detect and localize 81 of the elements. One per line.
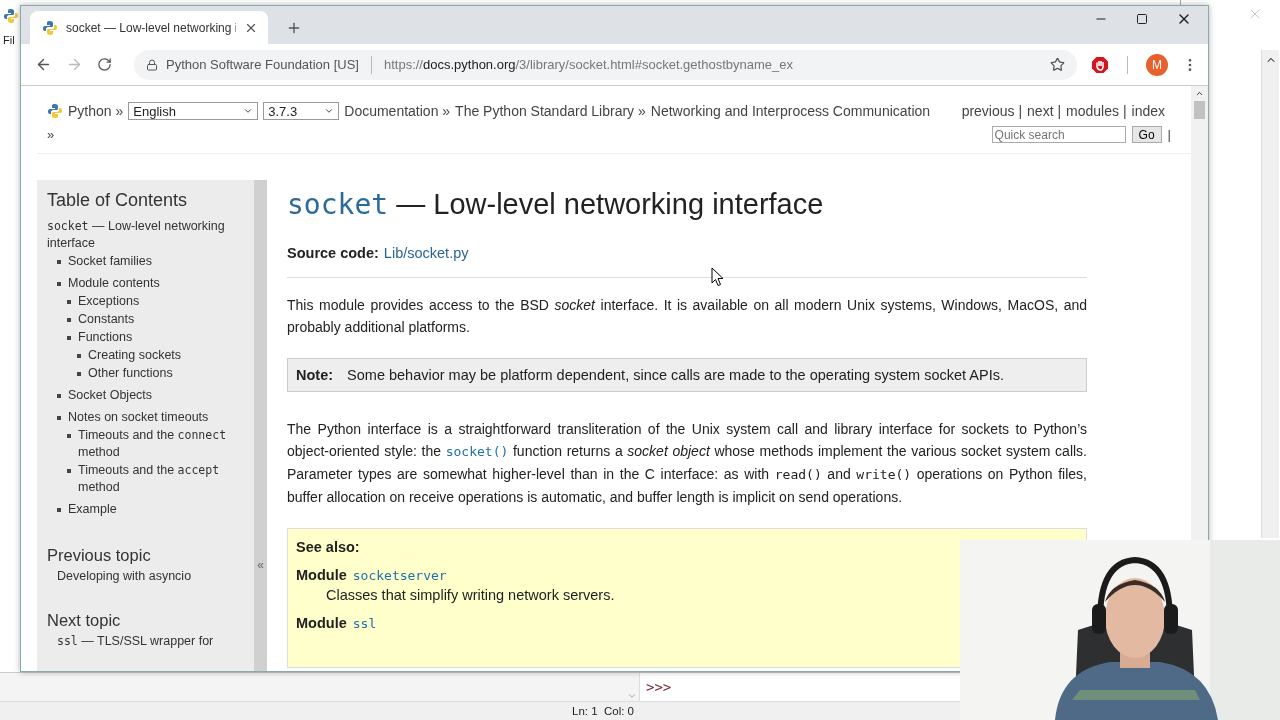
source-link[interactable]: Lib/socket.py — [383, 245, 469, 261]
collapse-button[interactable]: « — [257, 558, 264, 572]
breadcrumb-link[interactable]: Documentation » — [344, 103, 451, 119]
lock-icon — [146, 58, 158, 71]
paragraph: This module provides access to the BSD socket interface. It is available on all modern Unix systems, Windows, MacOS, and probably additional platforms. — [287, 296, 1087, 337]
code-link[interactable]: socket() — [445, 444, 509, 459]
bullet-icon — [57, 260, 61, 264]
source-code-label: Source code: — [287, 245, 379, 261]
sidebar-title: Table of Contents — [47, 190, 189, 211]
sidebar-heading: Previous topic — [47, 546, 152, 565]
stop-hand-icon[interactable] — [1091, 55, 1109, 74]
bullet-icon — [57, 416, 61, 420]
toc-link[interactable]: Other functions — [88, 365, 173, 382]
note-label: Note: — [296, 367, 334, 383]
new-tab-icon[interactable] — [286, 20, 302, 36]
note-text: Some behavior may be platform dependent, since calls are made to the operating system socket APIs. — [347, 367, 1004, 383]
language-select[interactable]: English — [128, 102, 259, 120]
separator-text: | — [1167, 127, 1171, 142]
toc-link[interactable]: Socket families — [68, 253, 153, 270]
file-menu[interactable]: Fil — [3, 34, 15, 46]
toc-link[interactable]: Socket Objects — [68, 387, 153, 404]
nav-link[interactable]: modules | — [1066, 103, 1127, 119]
cursor-position: Ln: 1 Col: 0 — [571, 704, 635, 719]
nav-link[interactable]: index — [1131, 103, 1165, 119]
scrollbar-thumb[interactable] — [1194, 101, 1205, 119]
tab-title: socket — Low-level networking i — [66, 20, 236, 35]
breadcrumb-link[interactable]: The Python Standard Library » — [455, 103, 646, 119]
module-link[interactable]: socketserver — [352, 568, 447, 583]
module-label: Module — [296, 567, 347, 583]
reload-icon[interactable] — [97, 57, 112, 72]
module-link[interactable]: ssl — [352, 616, 377, 631]
previous-topic-link[interactable]: Developing with asyncio — [47, 569, 232, 583]
toc-link[interactable]: Notes on socket timeouts — [68, 409, 209, 426]
python-logo-icon — [42, 19, 58, 36]
mouse-pointer-icon — [711, 267, 724, 287]
bullet-icon — [67, 300, 71, 304]
toc-link[interactable]: Timeouts and the accept method — [78, 462, 232, 496]
breadcrumb-link[interactable]: Networking and Interprocess Communication — [650, 103, 931, 119]
bullet-icon — [77, 372, 81, 376]
address-bar[interactable]: Python Software Foundation [US] https://docs.python.org/3/library/socket.html#socket.gethostbyname_ex — [134, 49, 1077, 80]
next-topic-link[interactable]: ssl — TLS/SSL wrapper for — [47, 634, 232, 648]
bullet-icon — [67, 434, 71, 438]
breadcrumb-separator: » — [47, 127, 55, 142]
toc-link[interactable]: Module contents — [68, 275, 160, 292]
shell-prompt: >>> — [645, 678, 672, 697]
bullet-icon — [57, 508, 61, 512]
version-select[interactable]: 3.7.3 — [263, 102, 340, 120]
browser-tab[interactable]: socket — Low-level networking i — [30, 11, 268, 44]
bullet-icon — [67, 336, 71, 340]
toc-link[interactable]: Timeouts and the connect method — [78, 427, 232, 461]
page-title: socket — Low-level networking interface — [287, 188, 825, 221]
toc-link[interactable]: Example — [68, 501, 117, 518]
url-text: https://docs.python.org/3/library/socket.html#socket.gethostbyname_ex — [383, 57, 794, 72]
module-description: Classes that simplify writing network servers. — [325, 587, 616, 603]
toc-link[interactable]: Constants — [78, 311, 135, 328]
caret-icon — [243, 106, 254, 116]
nav-link[interactable]: next | — [1027, 103, 1062, 119]
python-logo-icon — [47, 103, 63, 119]
sidebar-heading: Next topic — [47, 611, 122, 630]
toc-link[interactable]: Creating sockets — [88, 347, 182, 364]
see-also-title: See also: — [296, 539, 361, 555]
bullet-icon — [77, 354, 81, 358]
site-identity: Python Software Foundation [US] — [166, 57, 359, 72]
bullet-icon — [57, 394, 61, 398]
toc-link[interactable]: Functions — [78, 329, 133, 346]
back-icon[interactable] — [35, 56, 52, 73]
module-label: Module — [296, 615, 347, 631]
toc-link[interactable]: socket — Low-level networking interface — [47, 218, 232, 252]
paragraph: The Python interface is a straightforward transliteration of the Unix system call and library interface for sockets to Python’s object-oriented style: the socket() function returns a socket object whose methods implement the various socket system calls. Parameter types are somewhat higher-level than in the C interface: as with read() and write() operations on Python files, buffer allocation on receive operations is automatic, and buffer length is implicit on send operations. — [287, 420, 1087, 507]
maximize-icon[interactable] — [1136, 13, 1148, 25]
caret-icon — [324, 106, 335, 116]
bullet-icon — [57, 282, 61, 286]
bullet-icon — [67, 318, 71, 322]
search-field[interactable]: Quick search — [991, 126, 1126, 143]
python-logo-icon — [3, 8, 19, 24]
star-icon[interactable] — [1050, 57, 1065, 72]
go-button[interactable]: Go — [1131, 126, 1162, 143]
nav-link[interactable]: previous | — [961, 103, 1023, 119]
nav-link[interactable]: Python » — [68, 103, 124, 119]
bullet-icon — [67, 469, 71, 473]
toc-link[interactable]: Exceptions — [78, 293, 140, 310]
